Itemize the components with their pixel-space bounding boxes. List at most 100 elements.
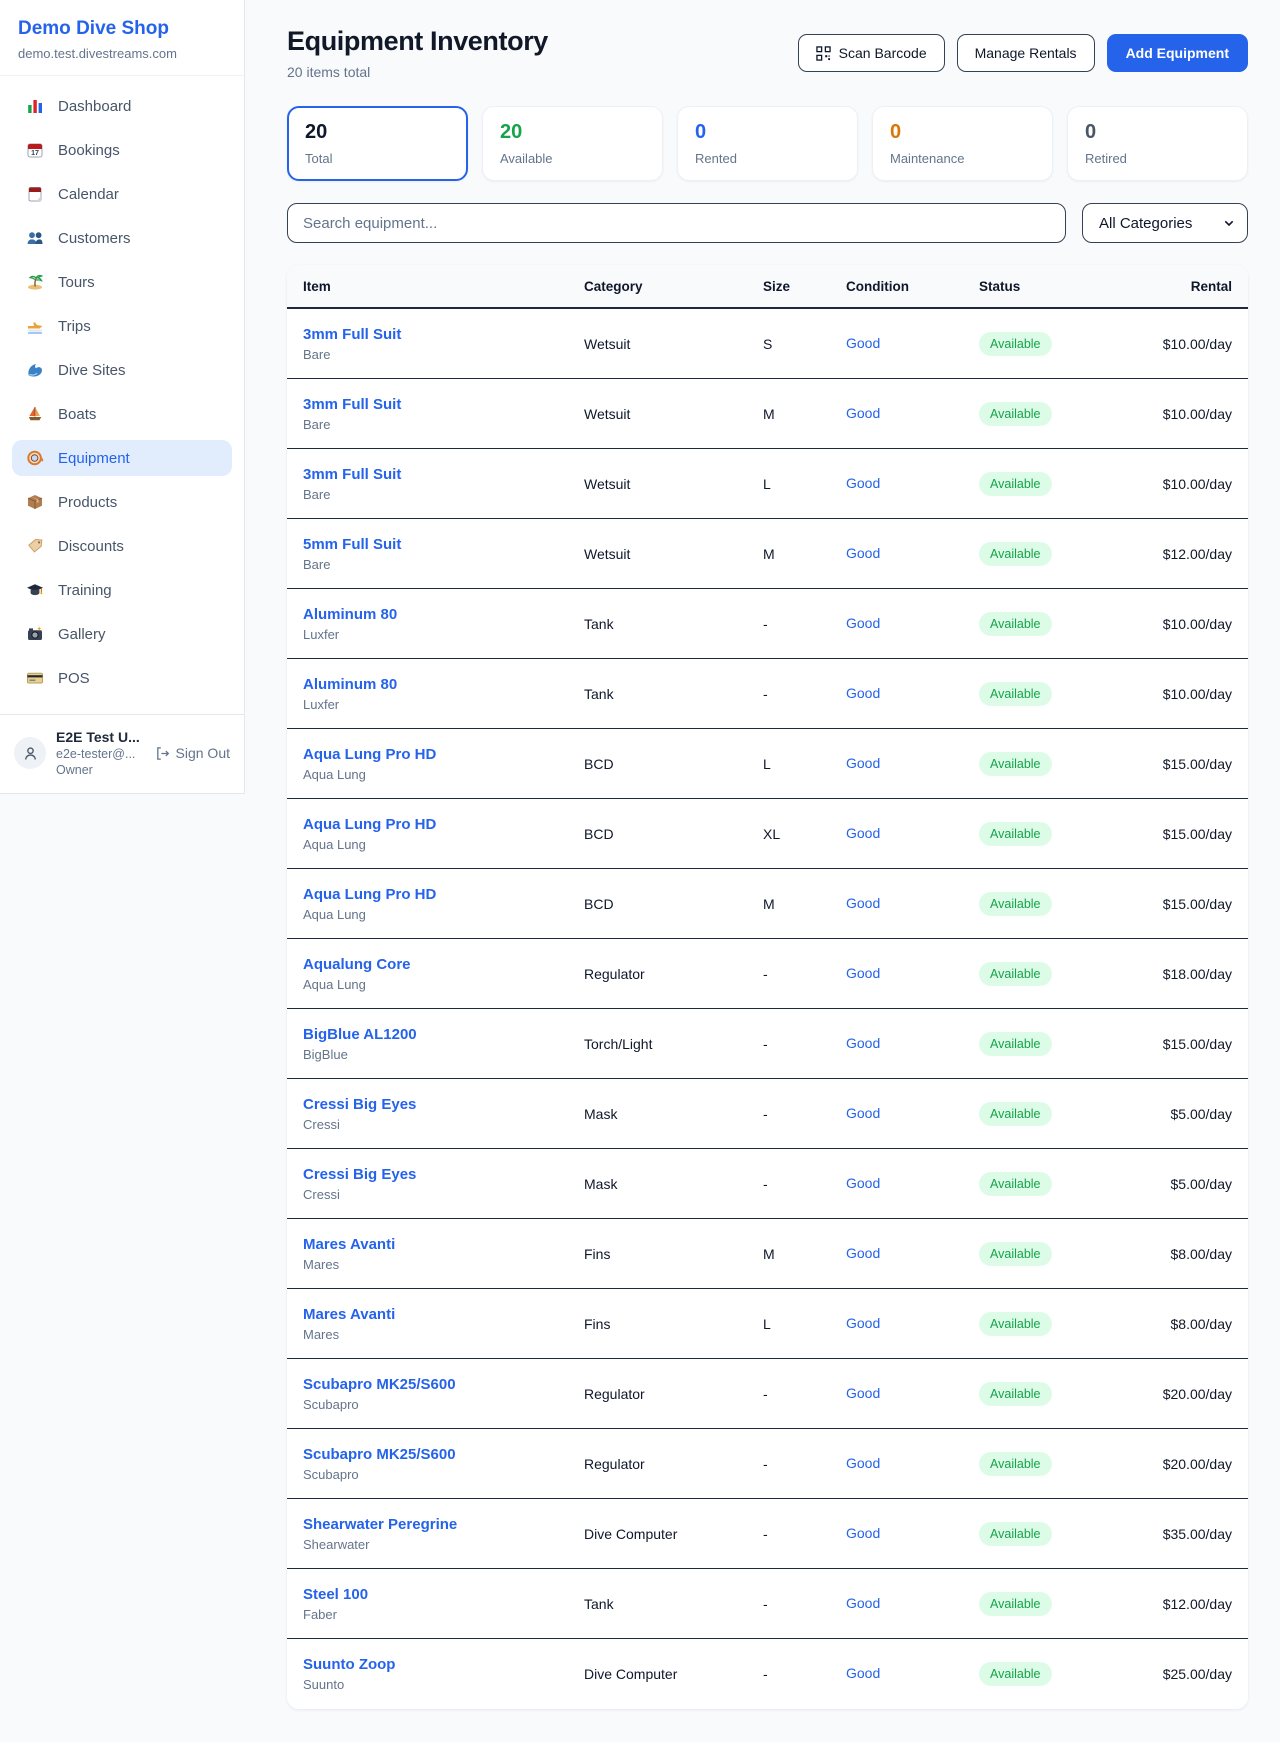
condition-link[interactable]: Good [846,1245,880,1261]
sidebar-item-dashboard[interactable]: Dashboard [12,88,232,124]
condition-link[interactable]: Good [846,1385,880,1401]
condition-link[interactable]: Good [846,755,880,771]
item-name-link[interactable]: Cressi Big Eyes [303,1166,584,1183]
shop-domain: demo.test.divestreams.com [18,46,226,61]
sidebar-item-gallery[interactable]: Gallery [12,616,232,652]
sidebar-item-pos[interactable]: POS [12,660,232,696]
sidebar-item-calendar[interactable]: Calendar [12,176,232,212]
stat-card-total[interactable]: 20 Total [287,106,468,181]
manage-rentals-button[interactable]: Manage Rentals [957,34,1095,72]
table-row: 3mm Full Suit Bare Wetsuit S Good Availa… [287,309,1248,379]
status-badge: Available [979,752,1052,776]
item-name-link[interactable]: BigBlue AL1200 [303,1026,584,1043]
sidebar-item-discounts[interactable]: Discounts [12,528,232,564]
item-name-link[interactable]: Scubapro MK25/S600 [303,1376,584,1393]
condition-link[interactable]: Good [846,405,880,421]
table-row: 5mm Full Suit Bare Wetsuit M Good Availa… [287,519,1248,589]
table-row: 3mm Full Suit Bare Wetsuit M Good Availa… [287,379,1248,449]
condition-link[interactable]: Good [846,545,880,561]
condition-link[interactable]: Good [846,1105,880,1121]
sidebar-item-products[interactable]: Products [12,484,232,520]
search-input[interactable] [287,203,1066,243]
stat-label: Total [305,151,450,166]
sidebar-item-boats[interactable]: Boats [12,396,232,432]
item-name-link[interactable]: Aqua Lung Pro HD [303,816,584,833]
condition-link[interactable]: Good [846,615,880,631]
item-name-link[interactable]: Steel 100 [303,1586,584,1603]
header-actions: Scan Barcode Manage Rentals Add Equipmen… [798,34,1248,72]
table-row: Aqua Lung Pro HD Aqua Lung BCD L Good Av… [287,729,1248,799]
item-name-link[interactable]: Aluminum 80 [303,676,584,693]
table-row: Scubapro MK25/S600 Scubapro Regulator - … [287,1429,1248,1499]
item-name-link[interactable]: Mares Avanti [303,1236,584,1253]
sidebar-item-dive-sites[interactable]: Dive Sites [12,352,232,388]
item-name-link[interactable]: 3mm Full Suit [303,466,584,483]
signout-icon [155,746,170,761]
scan-barcode-button[interactable]: Scan Barcode [798,34,945,72]
column-header-size: Size [763,279,846,294]
item-name-link[interactable]: Scubapro MK25/S600 [303,1446,584,1463]
condition-link[interactable]: Good [846,475,880,491]
item-name-link[interactable]: Aqua Lung Pro HD [303,886,584,903]
status-badge: Available [979,1382,1052,1406]
sidebar-item-equipment[interactable]: Equipment [12,440,232,476]
condition-link[interactable]: Good [846,1665,880,1681]
item-name-link[interactable]: Suunto Zoop [303,1656,584,1673]
stat-card-retired[interactable]: 0 Retired [1067,106,1248,181]
category-select[interactable]: All Categories [1082,203,1248,243]
status-badge: Available [979,542,1052,566]
shop-name: Demo Dive Shop [18,18,226,40]
item-category: Mask [584,1106,763,1122]
condition-link[interactable]: Good [846,825,880,841]
sidebar-item-trips[interactable]: Trips [12,308,232,344]
stat-card-maintenance[interactable]: 0 Maintenance [872,106,1053,181]
item-category: Tank [584,1596,763,1612]
item-name-link[interactable]: Aqua Lung Pro HD [303,746,584,763]
condition-link[interactable]: Good [846,895,880,911]
item-brand: Shearwater [303,1537,584,1552]
stat-value: 20 [305,121,450,144]
item-name-link[interactable]: Aqualung Core [303,956,584,973]
scan-barcode-icon [816,46,831,61]
condition-link[interactable]: Good [846,1455,880,1471]
item-name-link[interactable]: Cressi Big Eyes [303,1096,584,1113]
stats-row: 20 Total 20 Available 0 Rented 0 Mainten… [287,106,1248,181]
item-name-link[interactable]: 3mm Full Suit [303,396,584,413]
item-name-link[interactable]: Shearwater Peregrine [303,1516,584,1533]
sidebar-item-training[interactable]: Training [12,572,232,608]
item-name-link[interactable]: 3mm Full Suit [303,326,584,343]
item-brand: Cressi [303,1117,584,1132]
add-equipment-button[interactable]: Add Equipment [1107,34,1248,72]
condition-link[interactable]: Good [846,1035,880,1051]
filters-row: All Categories [287,203,1248,243]
condition-link[interactable]: Good [846,685,880,701]
condition-link[interactable]: Good [846,1315,880,1331]
condition-link[interactable]: Good [846,1525,880,1541]
condition-link[interactable]: Good [846,1595,880,1611]
stat-value: 20 [500,121,645,144]
table-row: Aluminum 80 Luxfer Tank - Good Available… [287,659,1248,729]
item-size: - [763,1386,846,1402]
condition-link[interactable]: Good [846,1175,880,1191]
item-name-link[interactable]: 5mm Full Suit [303,536,584,553]
sidebar-item-tours[interactable]: Tours [12,264,232,300]
item-size: - [763,616,846,632]
item-name-link[interactable]: Aluminum 80 [303,606,584,623]
item-rental-price: $5.00/day [1129,1176,1232,1192]
item-rental-price: $15.00/day [1129,756,1232,772]
stat-label: Available [500,151,645,166]
sidebar-item-customers[interactable]: Customers [12,220,232,256]
condition-link[interactable]: Good [846,335,880,351]
item-category: Mask [584,1176,763,1192]
sign-out-button[interactable]: Sign Out [155,745,230,761]
stat-card-rented[interactable]: 0 Rented [677,106,858,181]
status-badge: Available [979,1662,1052,1686]
condition-link[interactable]: Good [846,965,880,981]
table-row: Cressi Big Eyes Cressi Mask - Good Avail… [287,1079,1248,1149]
stat-card-available[interactable]: 20 Available [482,106,663,181]
item-name-link[interactable]: Mares Avanti [303,1306,584,1323]
column-header-item: Item [303,279,584,294]
speedboat-icon [26,317,44,335]
add-equipment-label: Add Equipment [1126,45,1229,61]
sidebar-item-bookings[interactable]: 17 Bookings [12,132,232,168]
